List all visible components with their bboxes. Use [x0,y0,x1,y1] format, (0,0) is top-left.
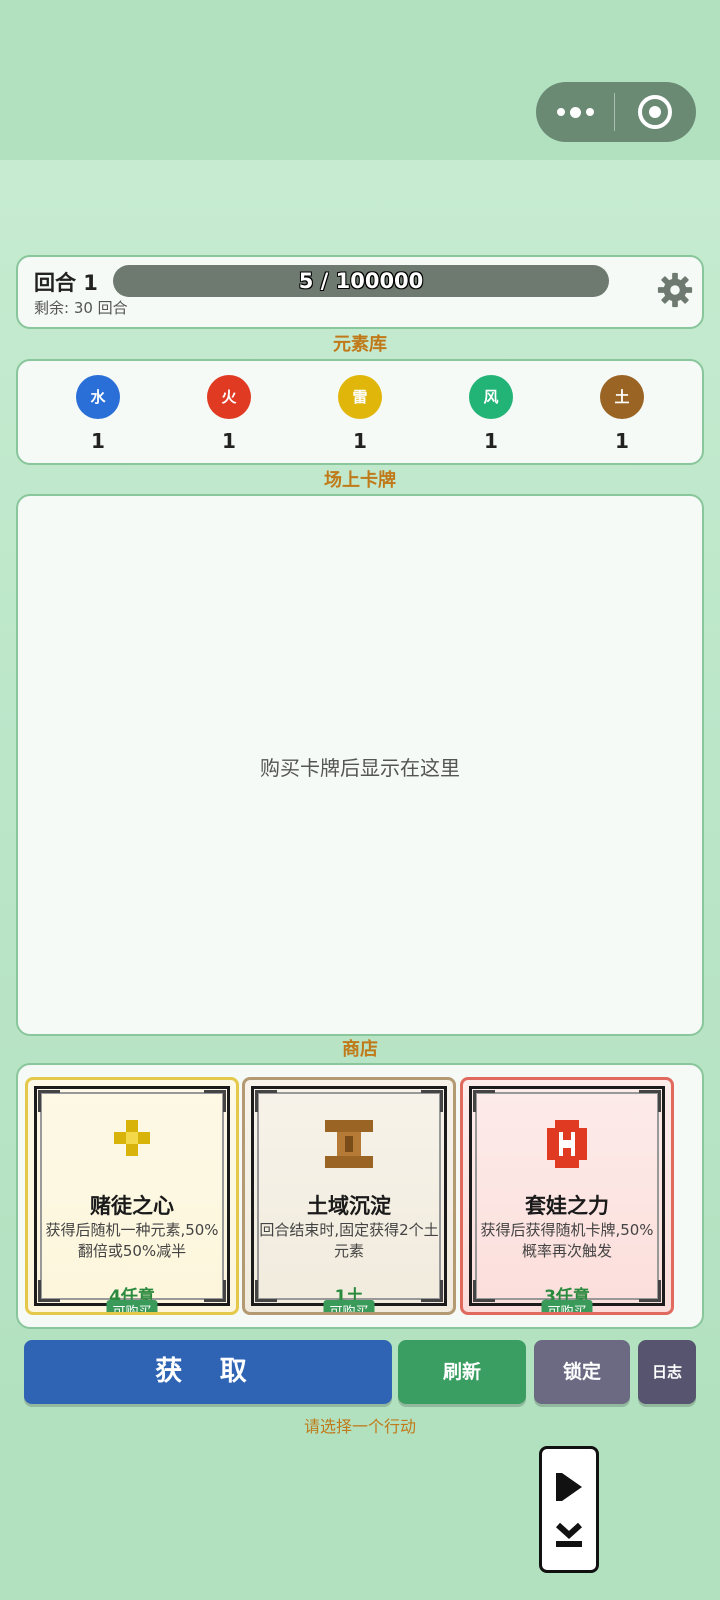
card-description: 回合结束时,固定获得2个土元素 [259,1221,439,1260]
element-water-count: 1 [91,429,105,453]
shop-card-nesting-power[interactable]: 套娃之力 获得后获得随机卡牌,50%概率再次触发 3任意 可购买 [460,1077,674,1315]
field-title: 场上卡牌 [324,470,396,491]
card-corner [204,1090,226,1112]
log-button[interactable]: 日志 [638,1340,696,1404]
lock-button[interactable]: 锁定 [534,1340,630,1404]
side-controls [555,1473,583,1547]
card-description: 获得后获得随机卡牌,50%概率再次触发 [480,1221,654,1260]
shop-title: 商店 [342,1039,378,1060]
refresh-button[interactable]: 刷新 [398,1340,526,1404]
card-corner [38,1090,60,1112]
element-wind-badge: 风 [469,375,513,419]
red-ring-icon [547,1120,587,1168]
element-wind-count: 1 [484,429,498,453]
gear-icon[interactable] [656,271,694,309]
field-empty-text: 购买卡牌后显示在这里 [260,756,460,780]
element-wind: 风 1 [461,375,521,453]
element-thunder: 雷 1 [330,375,390,453]
shop-panel: 赌徒之心 获得后随机一种元素,50%翻倍或50%减半 4任意 可购买 土域沉淀 … [16,1063,704,1329]
card-buyable-badge: 可购买 [323,1300,375,1312]
element-earth-badge: 土 [600,375,644,419]
round-label: 回合 1 [34,271,98,295]
card-name: 套娃之力 [525,1194,609,1218]
card-name: 赌徒之心 [90,1194,174,1218]
round-panel: 回合 1 剩余: 30 回合 5 / 100000 [16,255,704,329]
action-hint: 请选择一个行动 [303,1417,416,1436]
gold-cross-icon [114,1120,150,1156]
status-band [0,0,720,160]
close-miniprogram-icon[interactable] [615,82,695,142]
card-corner [255,1090,277,1112]
earth-pillar-icon [325,1120,373,1168]
element-water: 水 1 [68,375,128,453]
element-fire: 火 1 [199,375,259,453]
card-corner [639,1090,661,1112]
element-earth: 土 1 [592,375,652,453]
collapse-down-icon[interactable] [555,1522,583,1547]
miniprogram-capsule [536,82,696,142]
card-buyable-badge: 可购买 [106,1300,158,1312]
element-thunder-badge: 雷 [338,375,382,419]
card-corner [473,1090,495,1112]
element-thunder-count: 1 [353,429,367,453]
remaining-rounds: 剩余: 30 回合 [34,299,128,317]
field-panel: 购买卡牌后显示在这里 [16,494,704,1036]
card-description: 获得后随机一种元素,50%翻倍或50%减半 [45,1221,219,1260]
play-icon[interactable] [556,1473,582,1501]
shop-card-earth-sediment[interactable]: 土域沉淀 回合结束时,固定获得2个土元素 1土 可购买 [242,1077,456,1315]
elements-title: 元素库 [333,334,387,355]
side-control-panel [539,1446,599,1573]
element-water-badge: 水 [76,375,120,419]
card-buyable-badge: 可购买 [541,1300,593,1312]
score-progress-text: 5 / 100000 [298,269,424,293]
element-earth-count: 1 [615,429,629,453]
more-options-icon[interactable] [536,82,614,142]
get-button[interactable]: 获 取 [24,1340,392,1404]
element-fire-badge: 火 [207,375,251,419]
score-progress-bar: 5 / 100000 [113,265,609,297]
element-fire-count: 1 [222,429,236,453]
shop-card-gambler-heart[interactable]: 赌徒之心 获得后随机一种元素,50%翻倍或50%减半 4任意 可购买 [25,1077,239,1315]
card-name: 土域沉淀 [307,1194,391,1218]
elements-panel: 水 1 火 1 雷 1 风 1 土 1 [16,359,704,465]
card-corner [421,1090,443,1112]
